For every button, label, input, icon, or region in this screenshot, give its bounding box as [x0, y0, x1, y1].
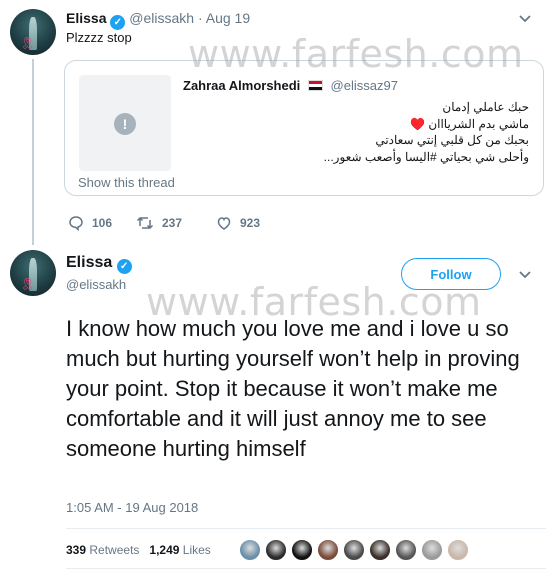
liker-avatar[interactable] — [317, 539, 339, 561]
retweets-count: 339 — [66, 543, 87, 557]
liker-avatar[interactable] — [447, 539, 469, 561]
quoted-tweet-text: حبك عاملي إدمان ماشي بدم الشريااان ♥️ بح… — [229, 99, 529, 165]
display-name[interactable]: Elissa — [66, 10, 106, 26]
tweet-date[interactable]: Aug 19 — [206, 10, 250, 26]
tweet-text: Plzzzz stop — [66, 30, 132, 45]
retweet-icon — [136, 216, 154, 230]
display-name[interactable]: Elissa — [66, 254, 112, 271]
thread-connector-line — [32, 59, 34, 245]
avatar-elissa-main[interactable]: 🎗 — [10, 250, 56, 296]
quoted-handle[interactable]: @elissaz97 — [331, 78, 398, 93]
heart-icon — [217, 217, 231, 230]
reply-action[interactable]: 106 — [68, 215, 113, 232]
like-count: 923 — [240, 216, 261, 230]
quoted-line: بحبك من كل قلبي إنتي سعادتي — [375, 133, 529, 147]
quoted-line: وأحلى شي بحياتي #اليسا وأصعب شعور... — [323, 149, 529, 164]
liker-avatar[interactable] — [369, 539, 391, 561]
tweet-header: Elissa ✓ @elissakh · Aug 19 — [66, 10, 250, 30]
tweet-timestamp[interactable]: 1:05 AM - 19 Aug 2018 — [66, 500, 198, 515]
reply-icon — [69, 216, 83, 232]
quoted-display-name[interactable]: Zahraa Almorshedi — [183, 78, 300, 93]
divider — [66, 568, 546, 569]
likes-stat[interactable]: 1,249 Likes — [149, 543, 210, 557]
liker-avatar[interactable] — [265, 539, 287, 561]
quoted-tweet-header: Zahraa Almorshedi @elissaz97 — [183, 78, 398, 93]
like-action[interactable]: 923 — [216, 215, 260, 231]
liker-avatar[interactable] — [239, 539, 261, 561]
handle[interactable]: @elissakh — [129, 10, 194, 26]
divider — [66, 528, 546, 529]
liker-avatar[interactable] — [421, 539, 443, 561]
retweet-action[interactable]: 237 — [136, 215, 182, 231]
main-tweet-text: I know how much you love me and i love u… — [66, 316, 520, 461]
liker-avatar[interactable] — [291, 539, 313, 561]
show-thread-link[interactable]: Show this thread — [78, 175, 175, 190]
likes-count: 1,249 — [149, 543, 180, 557]
tweet-stats: 339 Retweets 1,249 Likes — [66, 543, 211, 557]
avatar-elissa[interactable]: 🎗 — [10, 9, 56, 55]
follow-button[interactable]: Follow — [401, 258, 501, 290]
quoted-tweet-card[interactable]: ! Show this thread Zahraa Almorshedi @el… — [64, 60, 544, 196]
likes-label: Likes — [182, 543, 211, 557]
info-icon: ! — [114, 113, 136, 135]
chevron-down-icon[interactable] — [518, 270, 532, 280]
separator: · — [197, 10, 203, 26]
verified-badge-icon: ✓ — [116, 259, 132, 274]
main-tweet-name-row: Elissa ✓ — [66, 254, 132, 274]
quoted-line: حبك عاملي إدمان — [442, 100, 529, 114]
chevron-down-icon[interactable] — [518, 14, 532, 24]
liker-avatar[interactable] — [343, 539, 365, 561]
verified-badge-icon: ✓ — [110, 15, 126, 30]
handle[interactable]: @elissakh — [66, 277, 126, 292]
reply-count: 106 — [92, 216, 113, 230]
iraq-flag-icon — [307, 80, 323, 91]
liker-avatar[interactable] — [395, 539, 417, 561]
retweet-count: 237 — [162, 216, 183, 230]
quoted-media-placeholder: ! — [79, 75, 171, 171]
quoted-line: ماشي بدم الشريااان ♥️ — [410, 116, 529, 131]
retweets-stat[interactable]: 339 Retweets — [66, 543, 139, 557]
retweets-label: Retweets — [89, 543, 140, 557]
